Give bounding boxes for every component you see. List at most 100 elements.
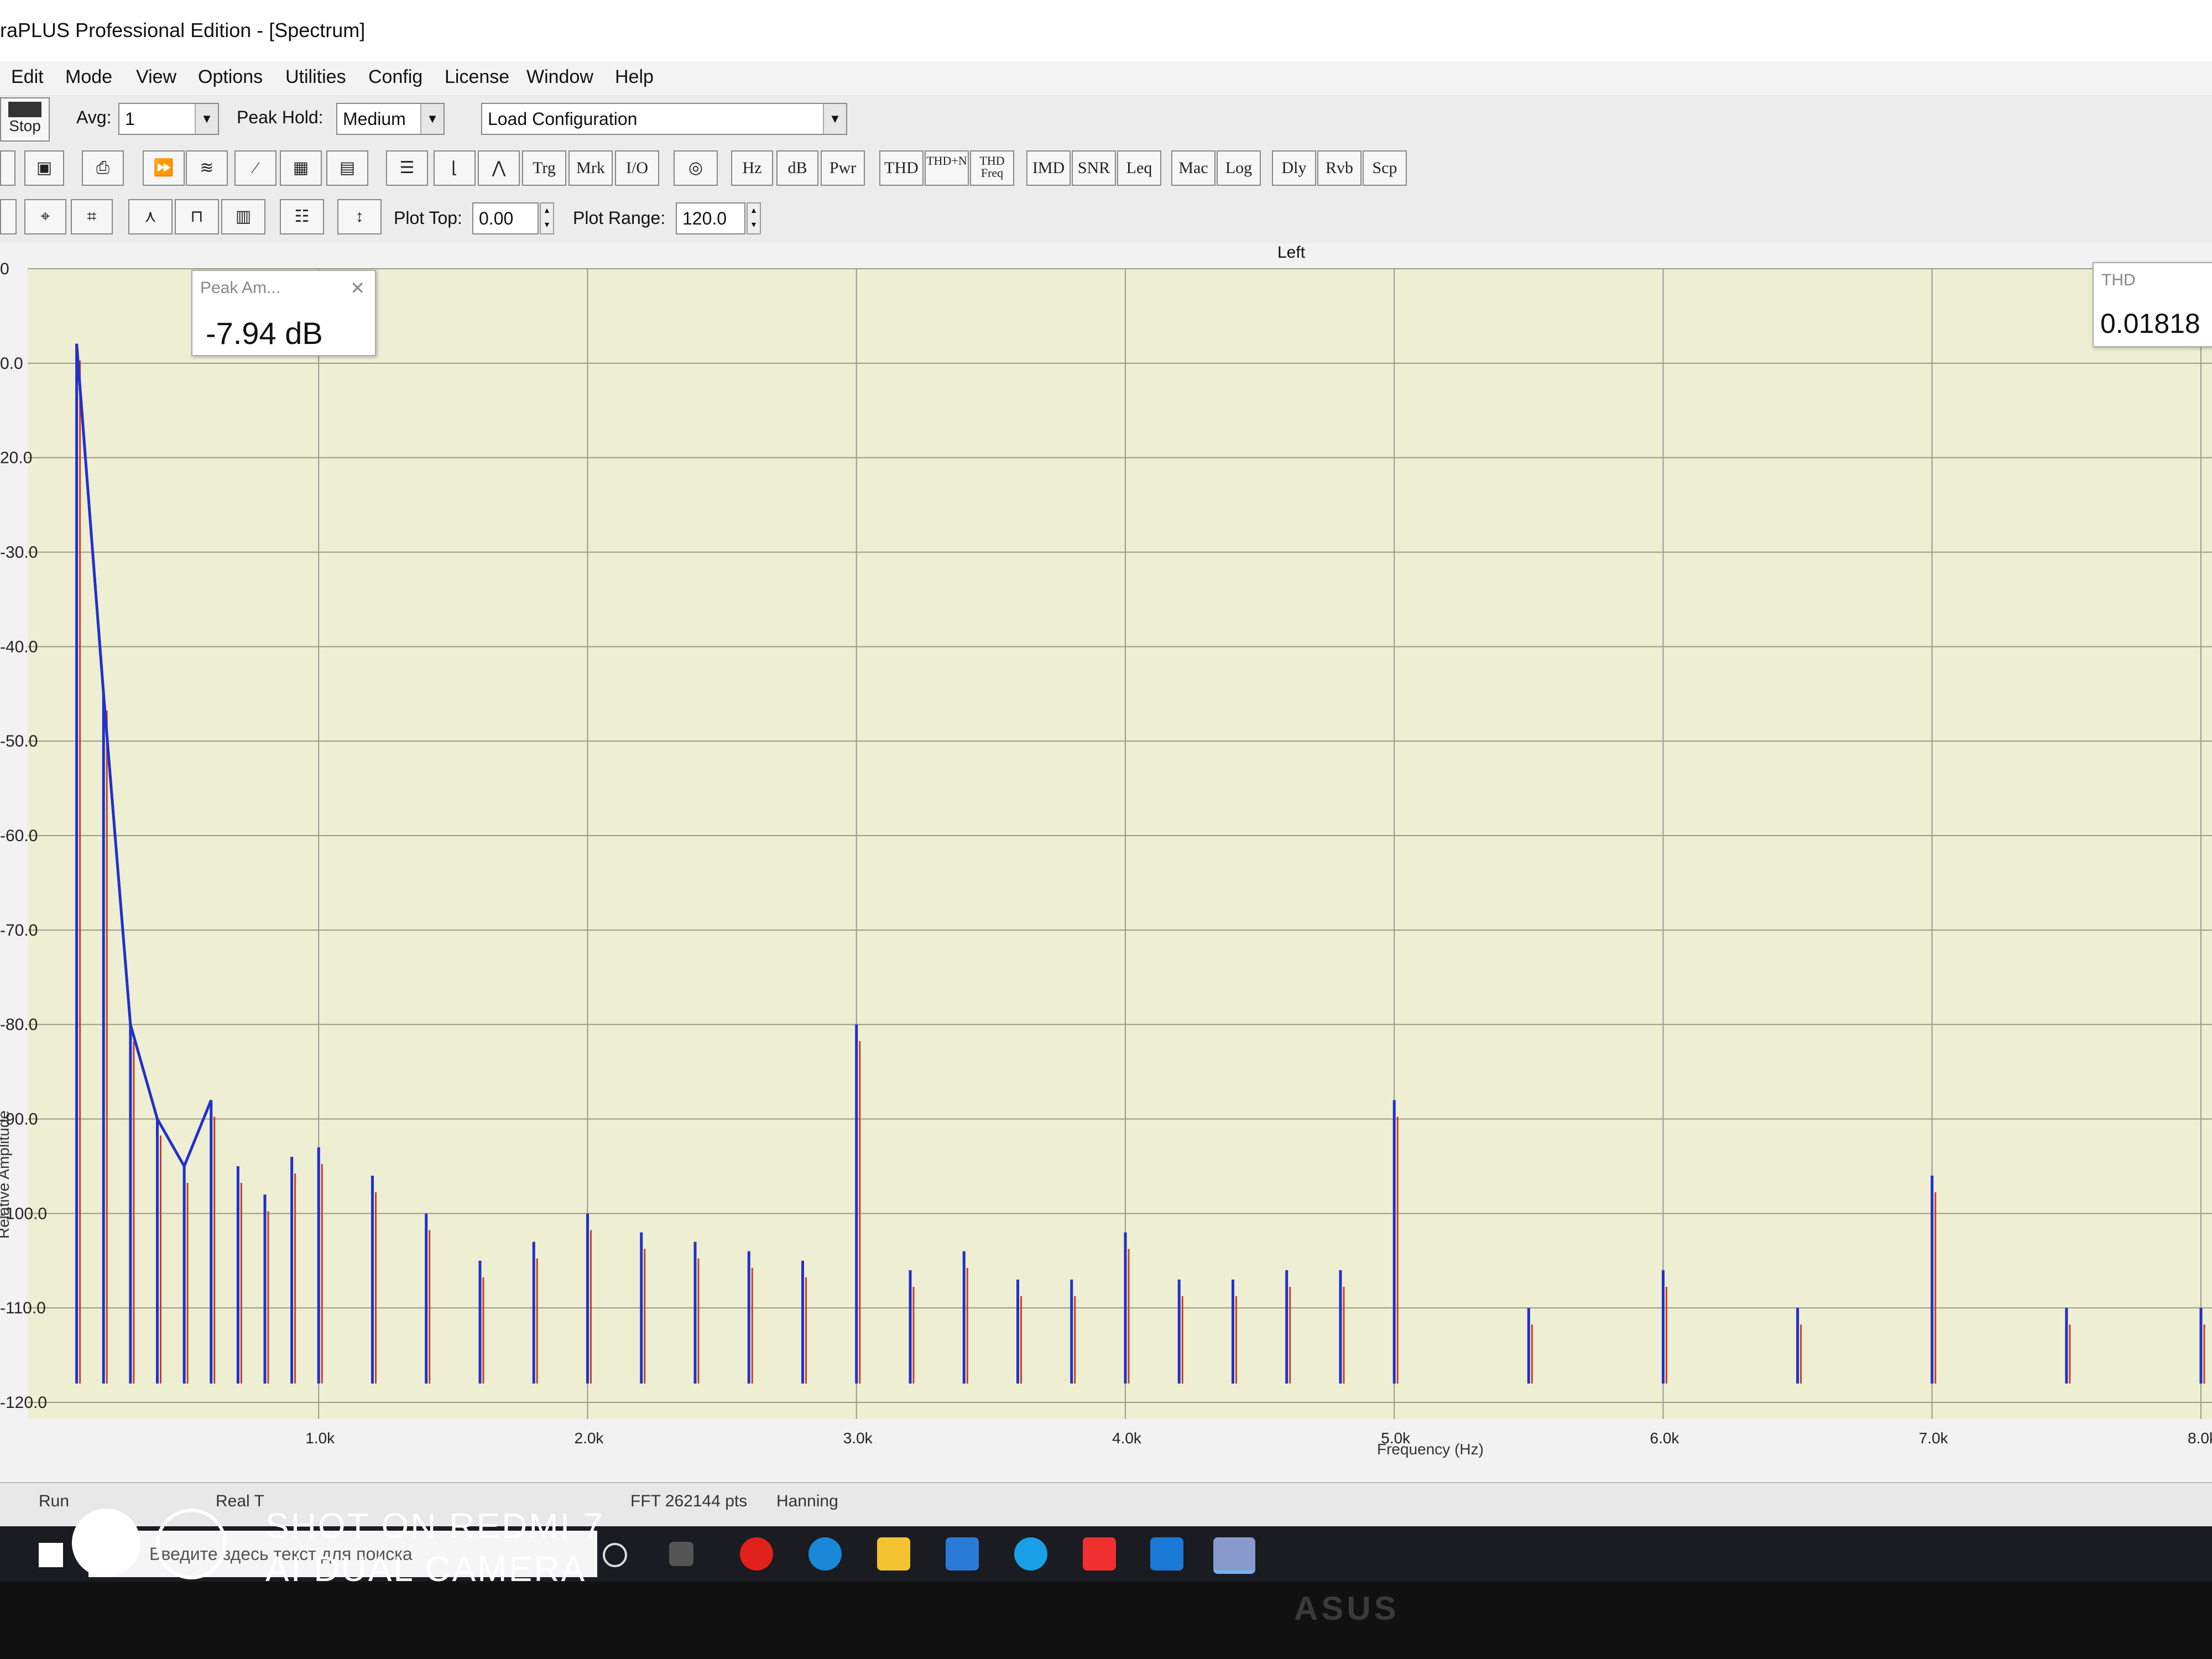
waveform-icon[interactable]: ∕ bbox=[234, 150, 276, 186]
hz-button[interactable]: Hz bbox=[731, 150, 773, 186]
forward-icon[interactable]: ⏩ bbox=[143, 150, 185, 186]
octave-line-icon[interactable]: ⊓ bbox=[175, 199, 219, 234]
thd-window[interactable]: THD 0.01818 bbox=[2093, 262, 2212, 347]
load-configuration-select[interactable]: Load Configuration ▼ bbox=[481, 103, 847, 135]
plot-range-input[interactable]: 120.0 bbox=[676, 202, 745, 234]
bar-graph-icon[interactable]: ▥ bbox=[221, 199, 265, 234]
y-tick-label: -50.0 bbox=[0, 732, 38, 750]
spectrogram-icon[interactable]: ▦ bbox=[280, 150, 322, 186]
log-button[interactable]: Log bbox=[1217, 150, 1261, 186]
windows-start-icon[interactable] bbox=[39, 1543, 63, 1567]
table-icon[interactable]: ☷ bbox=[280, 199, 324, 234]
thd-n-button[interactable]: THD+N bbox=[925, 150, 969, 186]
plot-range-value: 120.0 bbox=[682, 208, 727, 228]
opera-icon[interactable] bbox=[740, 1537, 773, 1571]
menu-utilities[interactable]: Utilities bbox=[285, 66, 346, 88]
baseline-icon[interactable]: ⌊ bbox=[434, 150, 476, 186]
list-icon[interactable]: ☰ bbox=[386, 150, 428, 186]
rvb-button[interactable]: Rvb bbox=[1317, 150, 1361, 186]
x-tick-label: 1.0k bbox=[305, 1430, 335, 1447]
edge-icon[interactable] bbox=[808, 1537, 842, 1571]
y-tick-label: -110.0 bbox=[0, 1299, 46, 1317]
thd-freq-button[interactable]: THD Freq bbox=[970, 150, 1014, 186]
signal-generator-icon[interactable]: ◎ bbox=[674, 150, 718, 186]
avg-value: 1 bbox=[125, 109, 135, 129]
toolbar-main: Stop Avg: 1 ▼ Peak Hold: Medium ▼ Load C… bbox=[0, 95, 2212, 144]
io-button[interactable]: I/O bbox=[615, 150, 659, 186]
vertical-range-icon[interactable]: ↕ bbox=[337, 199, 382, 234]
peak-amplitude-value: -7.94 dB bbox=[206, 316, 323, 351]
plot-top-value: 0.00 bbox=[479, 208, 514, 228]
peak-window-title: Peak Am... bbox=[200, 279, 281, 297]
menu-window[interactable]: Window bbox=[526, 66, 593, 88]
config-value: Load Configuration bbox=[488, 109, 638, 129]
mac-button[interactable]: Mac bbox=[1171, 150, 1215, 186]
x-tick-label: 2.0k bbox=[575, 1430, 604, 1447]
thd-button[interactable]: THD bbox=[879, 150, 924, 186]
peak-hold-select[interactable]: Medium ▼ bbox=[336, 103, 445, 135]
skype-icon[interactable] bbox=[1014, 1537, 1047, 1571]
db-button[interactable]: dB bbox=[776, 150, 818, 186]
cursor-icon[interactable]: ⌖ bbox=[24, 199, 66, 234]
scp-button[interactable]: Scp bbox=[1363, 150, 1407, 186]
3d-surface-icon[interactable]: ▤ bbox=[326, 150, 368, 186]
menu-mode[interactable]: Mode bbox=[65, 66, 112, 88]
spectrum-plot-area[interactable]: Left 0 0.0 20.0 -30.0 -40.0 -50.0 -60.0 -70.0 -8… bbox=[0, 243, 2212, 1482]
close-icon[interactable]: ✕ bbox=[350, 278, 365, 299]
trg-button[interactable]: Trg bbox=[522, 150, 566, 186]
monitor-brand-logo: ASUS bbox=[1294, 1590, 1400, 1627]
stop-button[interactable]: Stop bbox=[0, 97, 50, 142]
x-tick-label: 8.0k bbox=[2188, 1430, 2212, 1447]
x-axis-label: Frequency (Hz) bbox=[1377, 1441, 1484, 1458]
leq-button[interactable]: Leq bbox=[1117, 150, 1161, 186]
watermark-line2: AI DUAL CAMERA bbox=[265, 1549, 587, 1589]
spectrum-mode-icon[interactable]: ≋ bbox=[186, 150, 228, 186]
menu-options[interactable]: Options bbox=[198, 66, 263, 88]
spectraplus-taskbar-icon[interactable] bbox=[1213, 1537, 1255, 1574]
file-explorer-icon[interactable] bbox=[877, 1537, 910, 1571]
imd-button[interactable]: IMD bbox=[1026, 150, 1071, 186]
chevron-down-icon: ▼ bbox=[195, 104, 218, 134]
x-tick-label: 6.0k bbox=[1650, 1430, 1680, 1447]
store-icon[interactable] bbox=[946, 1537, 979, 1571]
pwr-button[interactable]: Pwr bbox=[821, 150, 865, 186]
plot-background bbox=[28, 269, 2212, 1419]
plot-range-label: Plot Range: bbox=[573, 208, 666, 228]
menu-config[interactable]: Config bbox=[368, 66, 422, 88]
yandex-icon[interactable] bbox=[1083, 1537, 1116, 1571]
y-tick-label: -80.0 bbox=[0, 1016, 38, 1034]
menu-help[interactable]: Help bbox=[615, 66, 654, 88]
avg-select[interactable]: 1 ▼ bbox=[118, 103, 219, 135]
zoom-icon[interactable] bbox=[0, 199, 17, 234]
y-tick-label: 20.0 bbox=[0, 449, 32, 467]
plot-top-spinner[interactable]: ▴ ▾ bbox=[540, 202, 554, 234]
peak-amplitude-window[interactable]: Peak Am... ✕ -7.94 dB bbox=[191, 270, 376, 356]
peak-line-icon[interactable]: ⋏ bbox=[128, 199, 173, 234]
window-title: raPLUS Professional Edition - [Spectrum] bbox=[0, 19, 366, 41]
snr-button[interactable]: SNR bbox=[1072, 150, 1116, 186]
mrk-button[interactable]: Mrk bbox=[568, 150, 613, 186]
cursor-full-icon[interactable]: ⌗ bbox=[71, 199, 113, 234]
menu-bar: Edit Mode View Options Utilities Config … bbox=[0, 61, 2212, 95]
open-icon[interactable] bbox=[0, 150, 15, 186]
toolbar-analysis: ▣ ⎙ ⏩ ≋ ∕ ▦ ▤ ☰ ⌊ ⋀ Trg Mrk I/O ◎ Hz dB … bbox=[0, 144, 2212, 193]
toolbar-plot: ⌖ ⌗ ⋏ ⊓ ▥ ☷ ↕ Plot Top: 0.00 ▴ ▾ Plot Ran… bbox=[0, 192, 2212, 244]
menu-license[interactable]: License bbox=[445, 66, 509, 88]
status-run: Run bbox=[39, 1492, 70, 1510]
x-tick-label: 3.0k bbox=[843, 1430, 873, 1447]
mail-icon[interactable] bbox=[1150, 1537, 1183, 1571]
stop-label: Stop bbox=[9, 117, 41, 134]
x-tick-label: 7.0k bbox=[1919, 1430, 1949, 1447]
y-tick-label: 0.0 bbox=[0, 354, 23, 373]
plot-top-input[interactable]: 0.00 bbox=[472, 202, 539, 234]
save-icon[interactable]: ▣ bbox=[24, 150, 64, 186]
menu-edit[interactable]: Edit bbox=[11, 66, 44, 88]
plot-range-spinner[interactable]: ▴ ▾ bbox=[747, 202, 761, 234]
menu-view[interactable]: View bbox=[136, 66, 176, 88]
peak-icon[interactable]: ⋀ bbox=[478, 150, 520, 186]
y-axis-label: Relative Amplitude bbox=[0, 1110, 12, 1239]
print-icon[interactable]: ⎙ bbox=[82, 150, 124, 186]
peak-hold-label: Peak Hold: bbox=[237, 107, 324, 127]
avg-label: Avg: bbox=[76, 107, 112, 127]
dly-button[interactable]: Dly bbox=[1272, 150, 1316, 186]
